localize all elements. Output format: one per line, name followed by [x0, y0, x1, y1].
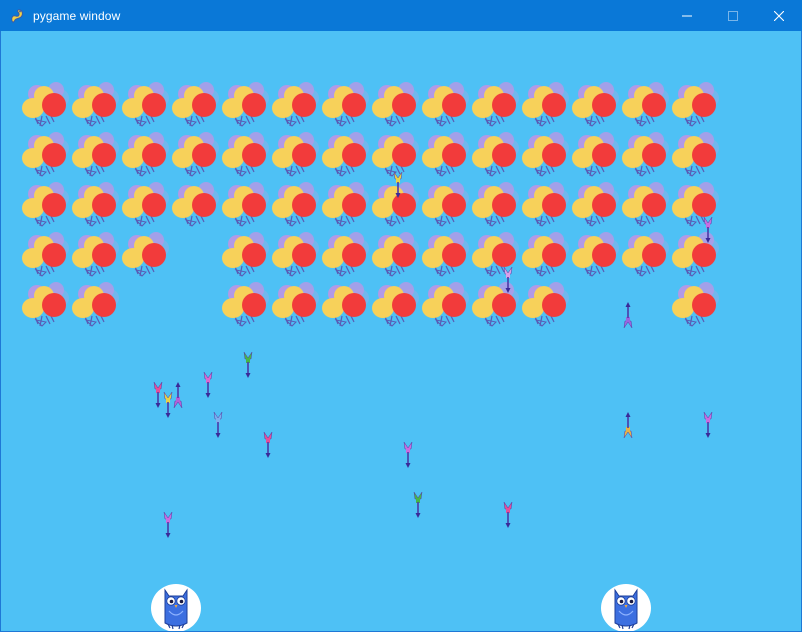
balloon-cluster	[70, 180, 120, 230]
maximize-button[interactable]	[710, 0, 756, 31]
balloon-cluster	[220, 230, 270, 280]
balloon-cluster	[270, 180, 320, 230]
balloon-cluster	[370, 280, 420, 330]
dart-projectile	[501, 501, 515, 529]
minimize-button[interactable]	[664, 0, 710, 31]
balloon-cluster	[420, 180, 470, 230]
balloon-cluster	[570, 80, 620, 130]
balloon-cluster	[570, 180, 620, 230]
balloon-cluster	[170, 180, 220, 230]
balloon-cluster	[420, 280, 470, 330]
balloon-cluster	[70, 280, 120, 330]
balloon-cluster	[620, 130, 670, 180]
balloon-cluster	[570, 230, 620, 280]
balloon-cluster	[320, 230, 370, 280]
balloon-cluster	[320, 130, 370, 180]
balloon-cluster	[520, 130, 570, 180]
dart-projectile	[621, 411, 635, 439]
balloon-cluster	[620, 230, 670, 280]
dart-projectile	[171, 381, 185, 409]
balloon-cluster	[220, 80, 270, 130]
balloon-cluster	[370, 80, 420, 130]
minimize-icon	[682, 11, 692, 21]
balloon-cluster	[270, 80, 320, 130]
balloon-cluster	[270, 230, 320, 280]
balloon-cluster	[420, 230, 470, 280]
balloon-cluster	[20, 180, 70, 230]
balloon-cluster	[670, 80, 720, 130]
balloon-cluster	[320, 180, 370, 230]
window-title: pygame window	[33, 8, 121, 23]
pygame-window: pygame window	[0, 0, 802, 632]
window-controls	[664, 0, 802, 31]
balloon-cluster	[120, 80, 170, 130]
balloon-cluster	[270, 280, 320, 330]
balloon-cluster	[220, 130, 270, 180]
dart-projectile	[161, 511, 175, 539]
game-canvas[interactable]	[1, 31, 801, 631]
balloon-cluster	[70, 80, 120, 130]
window-border-left	[0, 31, 1, 632]
dart-projectile	[701, 411, 715, 439]
pygame-snake-icon	[9, 8, 25, 24]
title-bar[interactable]: pygame window	[0, 0, 802, 31]
balloon-cluster	[420, 130, 470, 180]
dart-projectile	[621, 301, 635, 329]
balloon-cluster	[20, 130, 70, 180]
balloon-cluster	[20, 230, 70, 280]
balloon-cluster	[20, 80, 70, 130]
balloon-cluster	[270, 130, 320, 180]
dart-projectile	[201, 371, 215, 399]
balloon-cluster	[670, 130, 720, 180]
dart-projectile	[241, 351, 255, 379]
balloon-cluster	[520, 80, 570, 130]
balloon-cluster	[470, 180, 520, 230]
balloon-cluster	[470, 130, 520, 180]
balloon-cluster	[70, 230, 120, 280]
balloon-cluster	[420, 80, 470, 130]
balloon-cluster	[120, 130, 170, 180]
balloon-cluster	[520, 230, 570, 280]
balloon-cluster	[370, 230, 420, 280]
maximize-icon	[728, 10, 738, 21]
balloon-cluster	[70, 130, 120, 180]
close-icon	[774, 10, 784, 21]
balloon-cluster	[670, 280, 720, 330]
balloon-cluster	[170, 130, 220, 180]
close-button[interactable]	[756, 0, 802, 31]
balloon-cluster	[220, 280, 270, 330]
balloon-cluster	[170, 80, 220, 130]
balloon-cluster	[320, 280, 370, 330]
balloon-cluster	[20, 280, 70, 330]
dart-projectile	[701, 216, 715, 244]
dart-projectile	[391, 171, 405, 199]
balloon-cluster	[620, 80, 670, 130]
balloon-cluster	[220, 180, 270, 230]
dart-projectile	[261, 431, 275, 459]
balloon-cluster	[570, 130, 620, 180]
dart-projectile	[411, 491, 425, 519]
balloon-cluster	[320, 80, 370, 130]
balloon-cluster	[620, 180, 670, 230]
dart-projectile	[501, 266, 515, 294]
dart-projectile	[211, 411, 225, 439]
balloon-cluster	[520, 280, 570, 330]
balloon-cluster	[520, 180, 570, 230]
owl-player-left	[150, 581, 202, 631]
dart-projectile	[401, 441, 415, 469]
balloon-cluster	[120, 230, 170, 280]
balloon-cluster	[120, 180, 170, 230]
balloon-cluster	[470, 80, 520, 130]
owl-player-right	[600, 581, 652, 631]
